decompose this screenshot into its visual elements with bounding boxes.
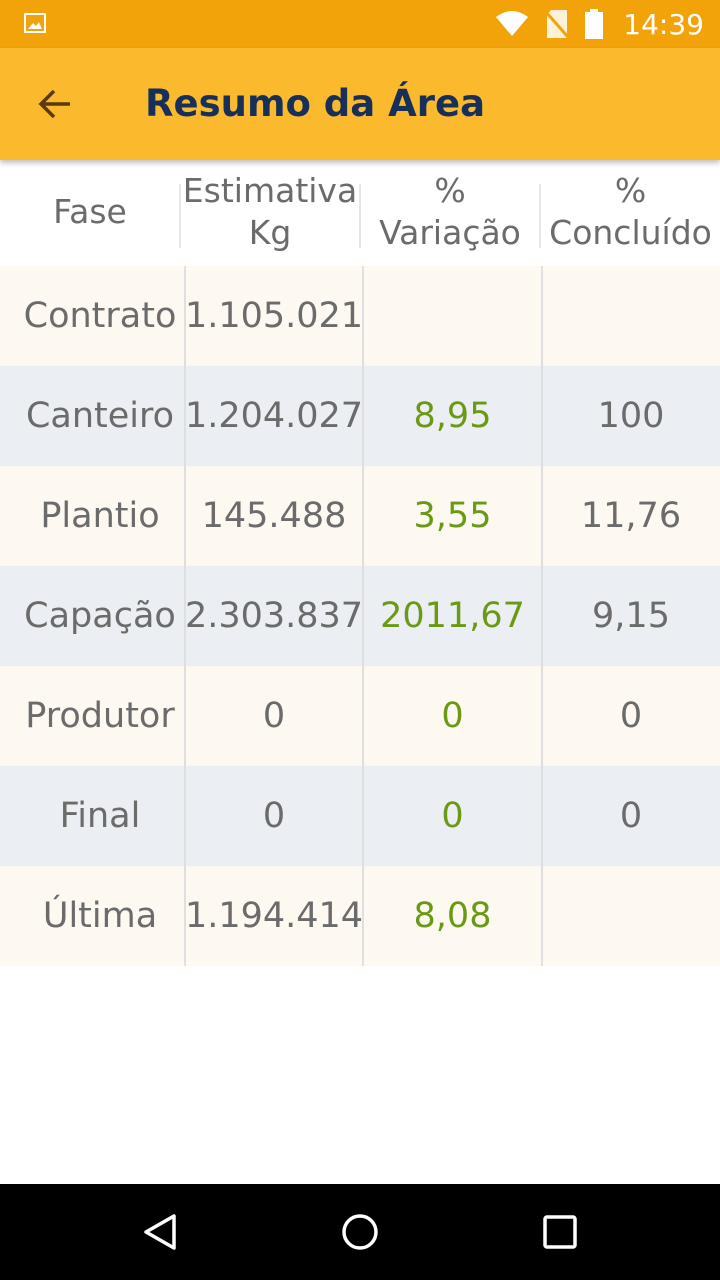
nav-recents-button[interactable]: [528, 1202, 592, 1262]
cell-estimativa: 2.303.837: [184, 596, 364, 636]
cell-variacao: 0: [441, 796, 464, 836]
wifi-icon: [495, 11, 529, 37]
cell-estimativa: 1.194.414: [184, 896, 364, 936]
table-row: Plantio 145.488 3,55 11,76: [0, 466, 720, 566]
table-header: Fase Estimativa Kg % Variação % Concluído: [0, 160, 720, 268]
cell-variacao: [363, 266, 542, 366]
table-row: Final 0 0 0: [0, 766, 720, 866]
table-row: Canteiro 1.204.027 8,95 100: [0, 366, 720, 466]
nav-home-button[interactable]: [328, 1202, 392, 1262]
cell-fase: Última: [42, 896, 158, 936]
system-nav-bar: [0, 1184, 720, 1280]
cell-fase: Canteiro: [25, 396, 175, 436]
cell-concluido: [542, 266, 720, 366]
header-concluido: % Concluído: [549, 171, 712, 252]
cell-fase: Final: [59, 796, 141, 836]
page-title: Resumo da Área: [145, 82, 486, 125]
cell-concluido: 9,15: [592, 596, 670, 636]
back-button[interactable]: [22, 72, 86, 136]
header-estimativa: Estimativa Kg: [182, 171, 358, 252]
gallery-icon: [24, 13, 46, 33]
cell-fase: Produtor: [25, 696, 175, 736]
cell-variacao: 8,95: [413, 396, 492, 436]
cell-concluido: 0: [619, 696, 643, 736]
nav-back-button[interactable]: [128, 1202, 192, 1262]
cell-fase: Contrato: [23, 296, 177, 336]
table-row: Contrato 1.105.021: [0, 266, 720, 366]
cell-estimativa: 1.204.027: [184, 396, 364, 436]
header-variacao: % Variação: [379, 171, 521, 252]
table-row: Última 1.194.414 8,08: [0, 866, 720, 966]
no-sim-icon: [545, 9, 570, 39]
status-bar: 14:39: [0, 0, 720, 48]
column-divider: [541, 266, 543, 966]
arrow-back-icon: [38, 89, 70, 119]
cell-concluido: [542, 866, 720, 966]
cell-variacao: 8,08: [413, 896, 492, 936]
cell-estimativa: 0: [262, 696, 286, 736]
cell-fase: Plantio: [40, 496, 160, 536]
cell-concluido: 0: [619, 796, 643, 836]
cell-variacao: 0: [441, 696, 464, 736]
header-fase: Fase: [53, 192, 127, 231]
cell-estimativa: 145.488: [201, 496, 347, 536]
status-time: 14:39: [623, 7, 704, 41]
cell-estimativa: 0: [262, 796, 286, 836]
table-body: Contrato 1.105.021 Canteiro 1.204.027 8,…: [0, 266, 720, 966]
cell-concluido: 100: [597, 396, 665, 436]
table-row: Capação 2.303.837 2011,67 9,15: [0, 566, 720, 666]
cell-variacao: 2011,67: [380, 596, 525, 636]
recents-square-icon: [543, 1215, 577, 1249]
table-row: Produtor 0 0 0: [0, 666, 720, 766]
app-bar: Resumo da Área: [0, 48, 720, 160]
home-circle-icon: [342, 1214, 378, 1250]
back-triangle-icon: [144, 1214, 176, 1250]
cell-concluido: 11,76: [580, 496, 682, 536]
column-divider: [362, 266, 364, 966]
cell-variacao: 3,55: [413, 496, 492, 536]
cell-fase: Capação: [24, 596, 176, 636]
battery-icon: [585, 9, 604, 39]
cell-estimativa: 1.105.021: [184, 296, 364, 336]
column-divider: [184, 266, 186, 966]
